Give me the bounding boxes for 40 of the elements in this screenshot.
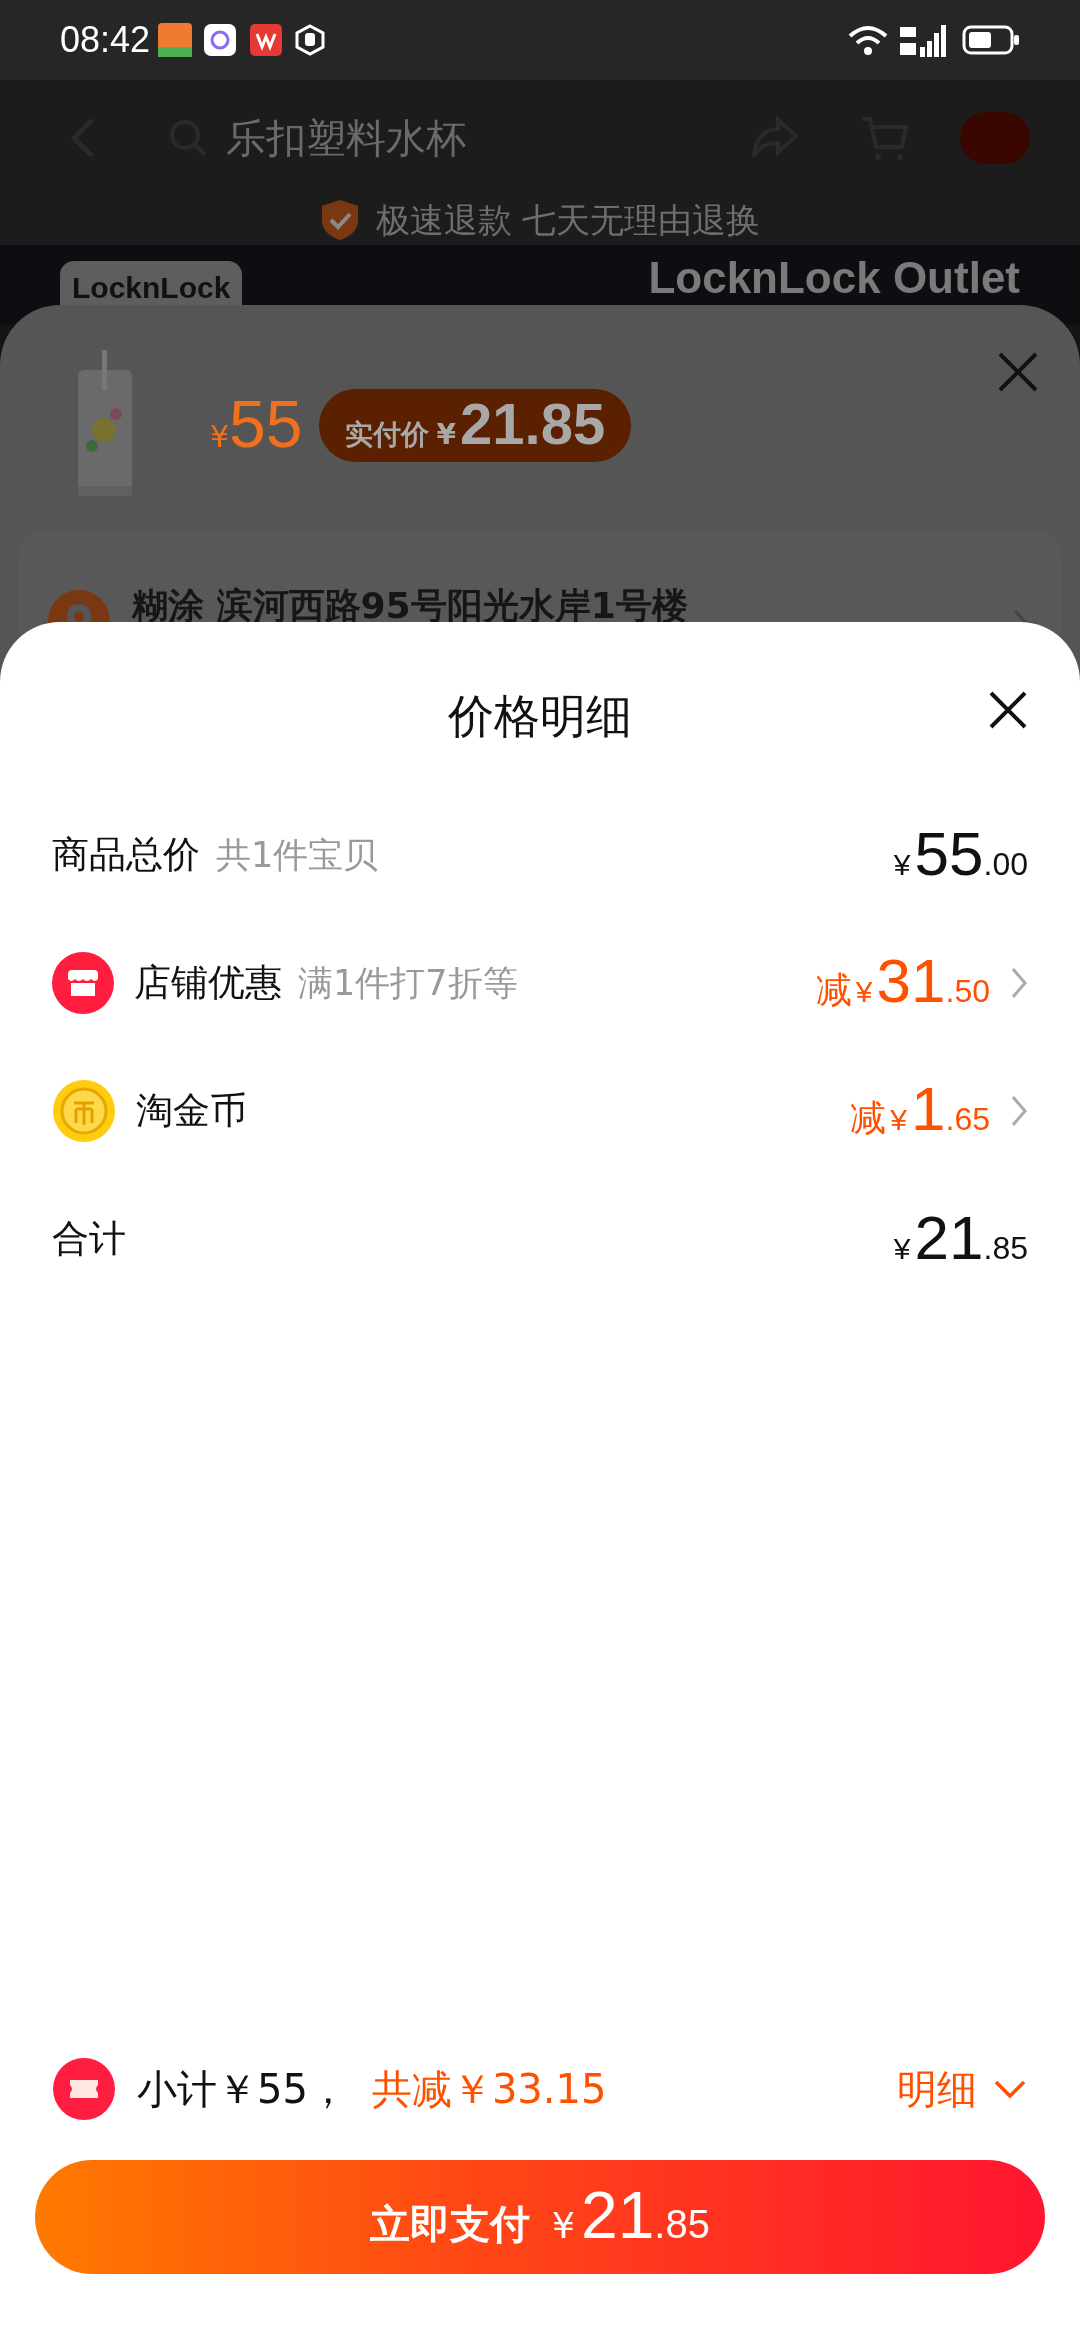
total-savings: 共减￥33.15 bbox=[371, 2065, 608, 2114]
row-label: 店铺优惠 bbox=[134, 960, 282, 1007]
actual-price-currency: ¥ bbox=[436, 416, 456, 453]
row-amount: ¥21.85 bbox=[893, 1206, 1028, 1272]
wifi-icon bbox=[848, 24, 888, 56]
chevron-down-icon bbox=[993, 2079, 1027, 2099]
price-currency: ¥ bbox=[210, 418, 230, 456]
sheet-title: 价格明细 bbox=[448, 688, 632, 745]
row-amount: 减¥31.50 bbox=[815, 949, 990, 1017]
guarantee-text: 极速退款 七天无理由退换 bbox=[375, 198, 761, 242]
camera-notification-icon bbox=[204, 24, 237, 56]
row-label: 合计 bbox=[52, 1216, 126, 1263]
address-text: 糊涂 滨河西路95号阳光水岸1号楼 bbox=[132, 584, 689, 628]
office-notification-icon bbox=[250, 24, 283, 56]
coin-icon bbox=[52, 1079, 116, 1143]
row-label: 淘金币 bbox=[136, 1088, 247, 1135]
close-icon[interactable] bbox=[988, 690, 1028, 730]
chevron-right-icon[interactable] bbox=[1010, 966, 1028, 1000]
status-time: 08:42 bbox=[60, 18, 151, 62]
app-notification-icon bbox=[158, 23, 193, 57]
cellular-signal-icon bbox=[898, 23, 948, 57]
actual-price-label: 实付价 bbox=[344, 416, 429, 453]
actual-price: 21.85 bbox=[460, 394, 606, 453]
subtotal-text: 小计￥55， bbox=[137, 2065, 348, 2114]
row-label: 商品总价 bbox=[52, 832, 200, 879]
store-icon bbox=[52, 952, 114, 1014]
detail-toggle-link[interactable]: 明细 bbox=[897, 2059, 1027, 2119]
hand-notification-icon bbox=[294, 24, 327, 56]
shield-check-icon bbox=[319, 198, 360, 242]
row-amount: 减¥1.65 bbox=[850, 1077, 990, 1145]
coupon-icon bbox=[53, 2058, 115, 2120]
row-note: 满1件打7折等 bbox=[298, 961, 518, 1005]
shop-name: LocknLock Outlet bbox=[648, 252, 1020, 304]
pay-now-button[interactable]: 立即支付 ¥21.85 bbox=[35, 2160, 1045, 2274]
chevron-right-icon[interactable] bbox=[1010, 1094, 1028, 1128]
row-note: 共1件宝贝 bbox=[216, 833, 379, 877]
product-price: 55 bbox=[229, 391, 303, 457]
menu-badge-icon[interactable] bbox=[960, 111, 1030, 164]
battery-icon bbox=[962, 25, 1020, 55]
row-amount: ¥55.00 bbox=[893, 822, 1028, 888]
